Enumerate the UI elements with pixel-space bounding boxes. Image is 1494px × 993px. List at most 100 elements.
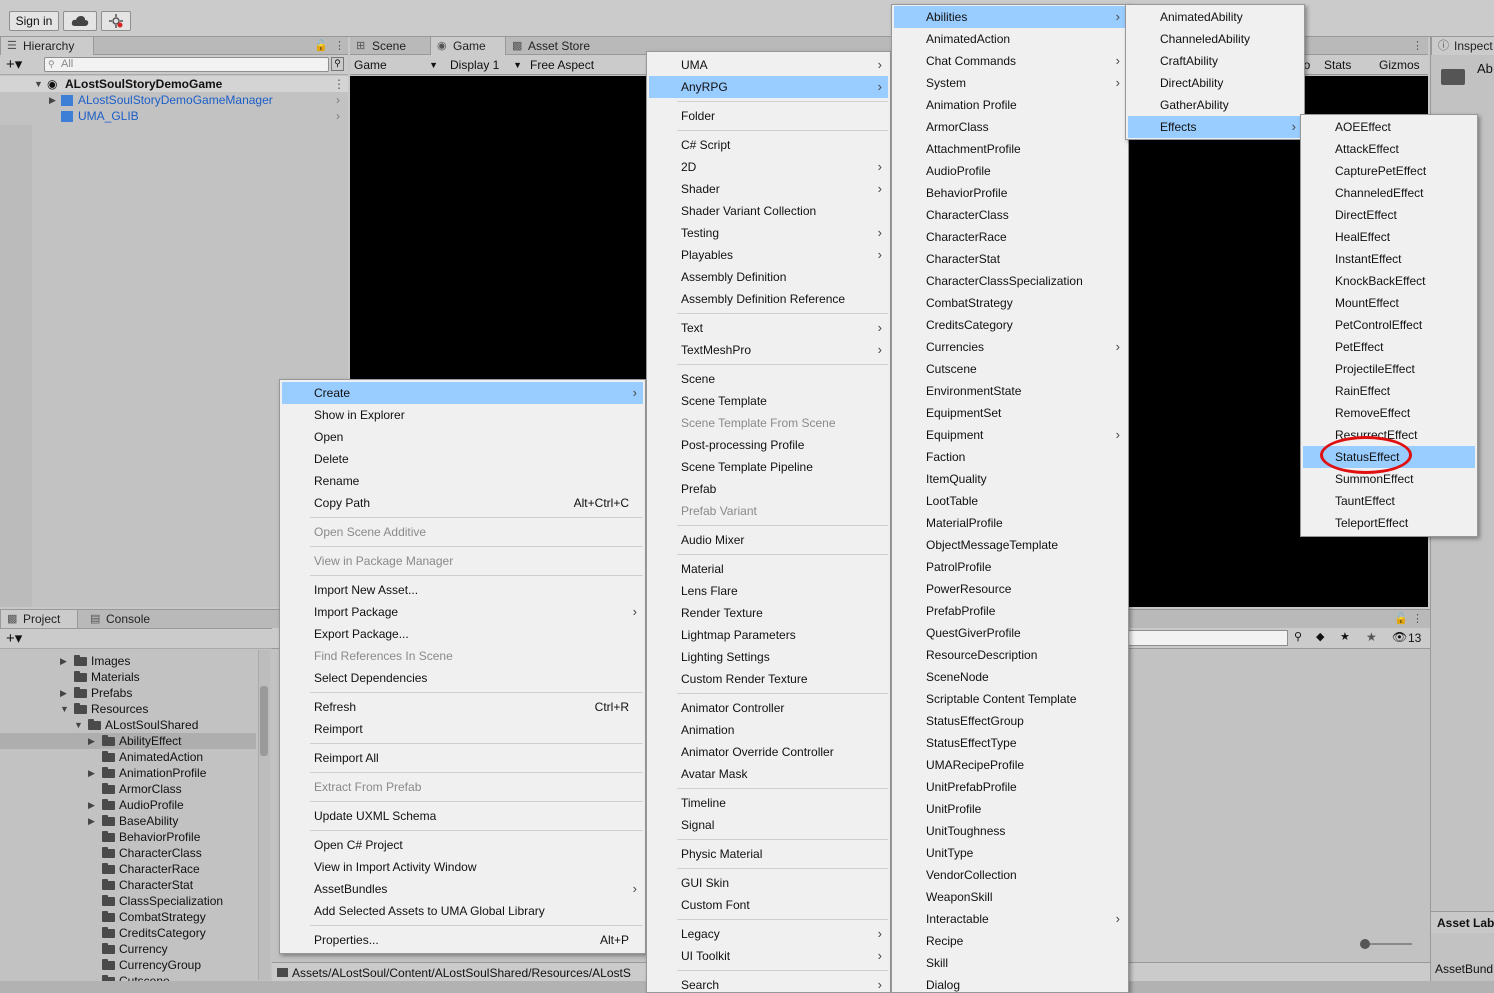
scrollbar-thumb[interactable] (260, 686, 268, 756)
menu-item-combatstrategy[interactable]: CombatStrategy (894, 292, 1126, 314)
menu-item-characterstat[interactable]: CharacterStat (894, 248, 1126, 270)
expand-arrow-icon[interactable]: ▶ (88, 765, 95, 781)
menu-item-armorclass[interactable]: ArmorClass (894, 116, 1126, 138)
menu-item-timeline[interactable]: Timeline (649, 792, 888, 814)
menu-item-view-in-import-activity-window[interactable]: View in Import Activity Window (282, 856, 643, 878)
search-by-type-icon[interactable]: ⚲ (331, 57, 344, 71)
menu-item-animation-profile[interactable]: Animation Profile (894, 94, 1126, 116)
tree-folder-item[interactable]: BehaviorProfile (0, 829, 256, 845)
menu-item-avatar-mask[interactable]: Avatar Mask (649, 763, 888, 785)
menu-item-directability[interactable]: DirectAbility (1128, 72, 1302, 94)
menu-item-channeledability[interactable]: ChanneledAbility (1128, 28, 1302, 50)
game-view-dropdown[interactable]: Game ▼ (354, 55, 440, 75)
menu-item-unitprefabprofile[interactable]: UnitPrefabProfile (894, 776, 1126, 798)
menu-item-delete[interactable]: Delete (282, 448, 643, 470)
menu-item-mounteffect[interactable]: MountEffect (1303, 292, 1475, 314)
menu-item-attackeffect[interactable]: AttackEffect (1303, 138, 1475, 160)
add-icon[interactable]: +▾ (6, 55, 22, 73)
search-type-icon[interactable]: ⚲ (1294, 630, 1302, 643)
menu-item-animator-override-controller[interactable]: Animator Override Controller (649, 741, 888, 763)
menu-item-cutscene[interactable]: Cutscene (894, 358, 1126, 380)
tree-folder-item[interactable]: CurrencyGroup (0, 957, 256, 973)
label-tag-icon[interactable]: ★ (1340, 630, 1350, 643)
expand-arrow-icon[interactable]: ▶ (49, 92, 56, 108)
menu-item-resourcedescription[interactable]: ResourceDescription (894, 644, 1126, 666)
tree-folder-item[interactable]: CharacterStat (0, 877, 256, 893)
menu-item-patrolprofile[interactable]: PatrolProfile (894, 556, 1126, 578)
menu-item-assembly-definition-reference[interactable]: Assembly Definition Reference (649, 288, 888, 310)
tree-folder-item[interactable]: Materials (0, 669, 256, 685)
scene-row[interactable]: ▼ ◉ ALostSoulStoryDemoGame ⋮ (0, 76, 348, 92)
menu-item-create[interactable]: Create › (282, 382, 643, 404)
tree-folder-item[interactable]: ▼ ALostSoulShared (0, 717, 256, 733)
menu-item-animatedaction[interactable]: AnimatedAction (894, 28, 1126, 50)
tree-folder-item[interactable]: ClassSpecialization (0, 893, 256, 909)
menu-item-assetbundles[interactable]: AssetBundles › (282, 878, 643, 900)
menu-item-equipment[interactable]: Equipment › (894, 424, 1126, 446)
menu-item-abilities[interactable]: Abilities › (894, 6, 1126, 28)
menu-item-system[interactable]: System › (894, 72, 1126, 94)
menu-item-summoneffect[interactable]: SummonEffect (1303, 468, 1475, 490)
menu-item-statuseffectgroup[interactable]: StatusEffectGroup (894, 710, 1126, 732)
kebab-menu-icon[interactable]: ⋮ (1412, 612, 1423, 625)
zoom-slider-handle[interactable] (1360, 939, 1370, 949)
collab-icon[interactable] (101, 11, 131, 31)
menu-item-add-selected-assets-to-uma-global-library[interactable]: Add Selected Assets to UMA Global Librar… (282, 900, 643, 922)
menu-item-export-package[interactable]: Export Package... (282, 623, 643, 645)
filter-type-icon[interactable]: ◆ (1316, 630, 1324, 643)
tree-folder-item[interactable]: AnimatedAction (0, 749, 256, 765)
menu-item-show-in-explorer[interactable]: Show in Explorer (282, 404, 643, 426)
tab-inspector[interactable]: ⓘ Inspect (1431, 37, 1494, 55)
menu-item-umarecipeprofile[interactable]: UMARecipeProfile (894, 754, 1126, 776)
menu-item-import-new-asset[interactable]: Import New Asset... (282, 579, 643, 601)
scene-kebab-icon[interactable]: ⋮ (333, 76, 345, 92)
menu-item-instanteffect[interactable]: InstantEffect (1303, 248, 1475, 270)
menu-item-directeffect[interactable]: DirectEffect (1303, 204, 1475, 226)
menu-item-chat-commands[interactable]: Chat Commands › (894, 50, 1126, 72)
menu-item-lighting-settings[interactable]: Lighting Settings (649, 646, 888, 668)
menu-item-animator-controller[interactable]: Animator Controller (649, 697, 888, 719)
menu-item-folder[interactable]: Folder (649, 105, 888, 127)
menu-item-shader-variant-collection[interactable]: Shader Variant Collection (649, 200, 888, 222)
menu-item-uma[interactable]: UMA › (649, 54, 888, 76)
menu-item-recipe[interactable]: Recipe (894, 930, 1126, 952)
tree-folder-item[interactable]: ▶ AudioProfile (0, 797, 256, 813)
menu-item-aoeeffect[interactable]: AOEEffect (1303, 116, 1475, 138)
menu-item-animatedability[interactable]: AnimatedAbility (1128, 6, 1302, 28)
menu-item-audioprofile[interactable]: AudioProfile (894, 160, 1126, 182)
menu-item-powerresource[interactable]: PowerResource (894, 578, 1126, 600)
hierarchy-item[interactable]: ▶ ALostSoulStoryDemoGameManager › (0, 92, 348, 108)
project-search-input[interactable] (1128, 630, 1288, 646)
menu-item-petcontroleffect[interactable]: PetControlEffect (1303, 314, 1475, 336)
menu-item-textmeshpro[interactable]: TextMeshPro › (649, 339, 888, 361)
menu-item-faction[interactable]: Faction (894, 446, 1126, 468)
kebab-menu-icon[interactable]: ⋮ (1412, 39, 1423, 52)
chevron-right-icon[interactable]: › (336, 92, 340, 108)
menu-item-questgiverprofile[interactable]: QuestGiverProfile (894, 622, 1126, 644)
menu-item-weaponskill[interactable]: WeaponSkill (894, 886, 1126, 908)
sign-in-button[interactable]: Sign in (9, 11, 59, 31)
tree-folder-item[interactable]: CreditsCategory (0, 925, 256, 941)
menu-item-physic-material[interactable]: Physic Material (649, 843, 888, 865)
menu-item-channeledeffect[interactable]: ChanneledEffect (1303, 182, 1475, 204)
expand-arrow-icon[interactable]: ▶ (88, 813, 95, 829)
menu-item-playables[interactable]: Playables › (649, 244, 888, 266)
menu-item-material[interactable]: Material (649, 558, 888, 580)
menu-item-search[interactable]: Search › (649, 974, 888, 993)
menu-item-healeffect[interactable]: HealEffect (1303, 226, 1475, 248)
menu-item-reimport[interactable]: Reimport (282, 718, 643, 740)
menu-item-render-texture[interactable]: Render Texture (649, 602, 888, 624)
menu-item-update-uxml-schema[interactable]: Update UXML Schema (282, 805, 643, 827)
expand-arrow-icon[interactable]: ▶ (88, 733, 95, 749)
menu-item-signal[interactable]: Signal (649, 814, 888, 836)
menu-item-objectmessagetemplate[interactable]: ObjectMessageTemplate (894, 534, 1126, 556)
menu-item-import-package[interactable]: Import Package › (282, 601, 643, 623)
menu-item-characterrace[interactable]: CharacterRace (894, 226, 1126, 248)
menu-item-attachmentprofile[interactable]: AttachmentProfile (894, 138, 1126, 160)
lock-icon[interactable]: 🔓 (314, 39, 328, 52)
menu-item-knockbackeffect[interactable]: KnockBackEffect (1303, 270, 1475, 292)
menu-item-creditscategory[interactable]: CreditsCategory (894, 314, 1126, 336)
tab-console[interactable]: ▤ Console (84, 610, 164, 628)
menu-item-craftability[interactable]: CraftAbility (1128, 50, 1302, 72)
menu-item-resurrecteffect[interactable]: ResurrectEffect (1303, 424, 1475, 446)
